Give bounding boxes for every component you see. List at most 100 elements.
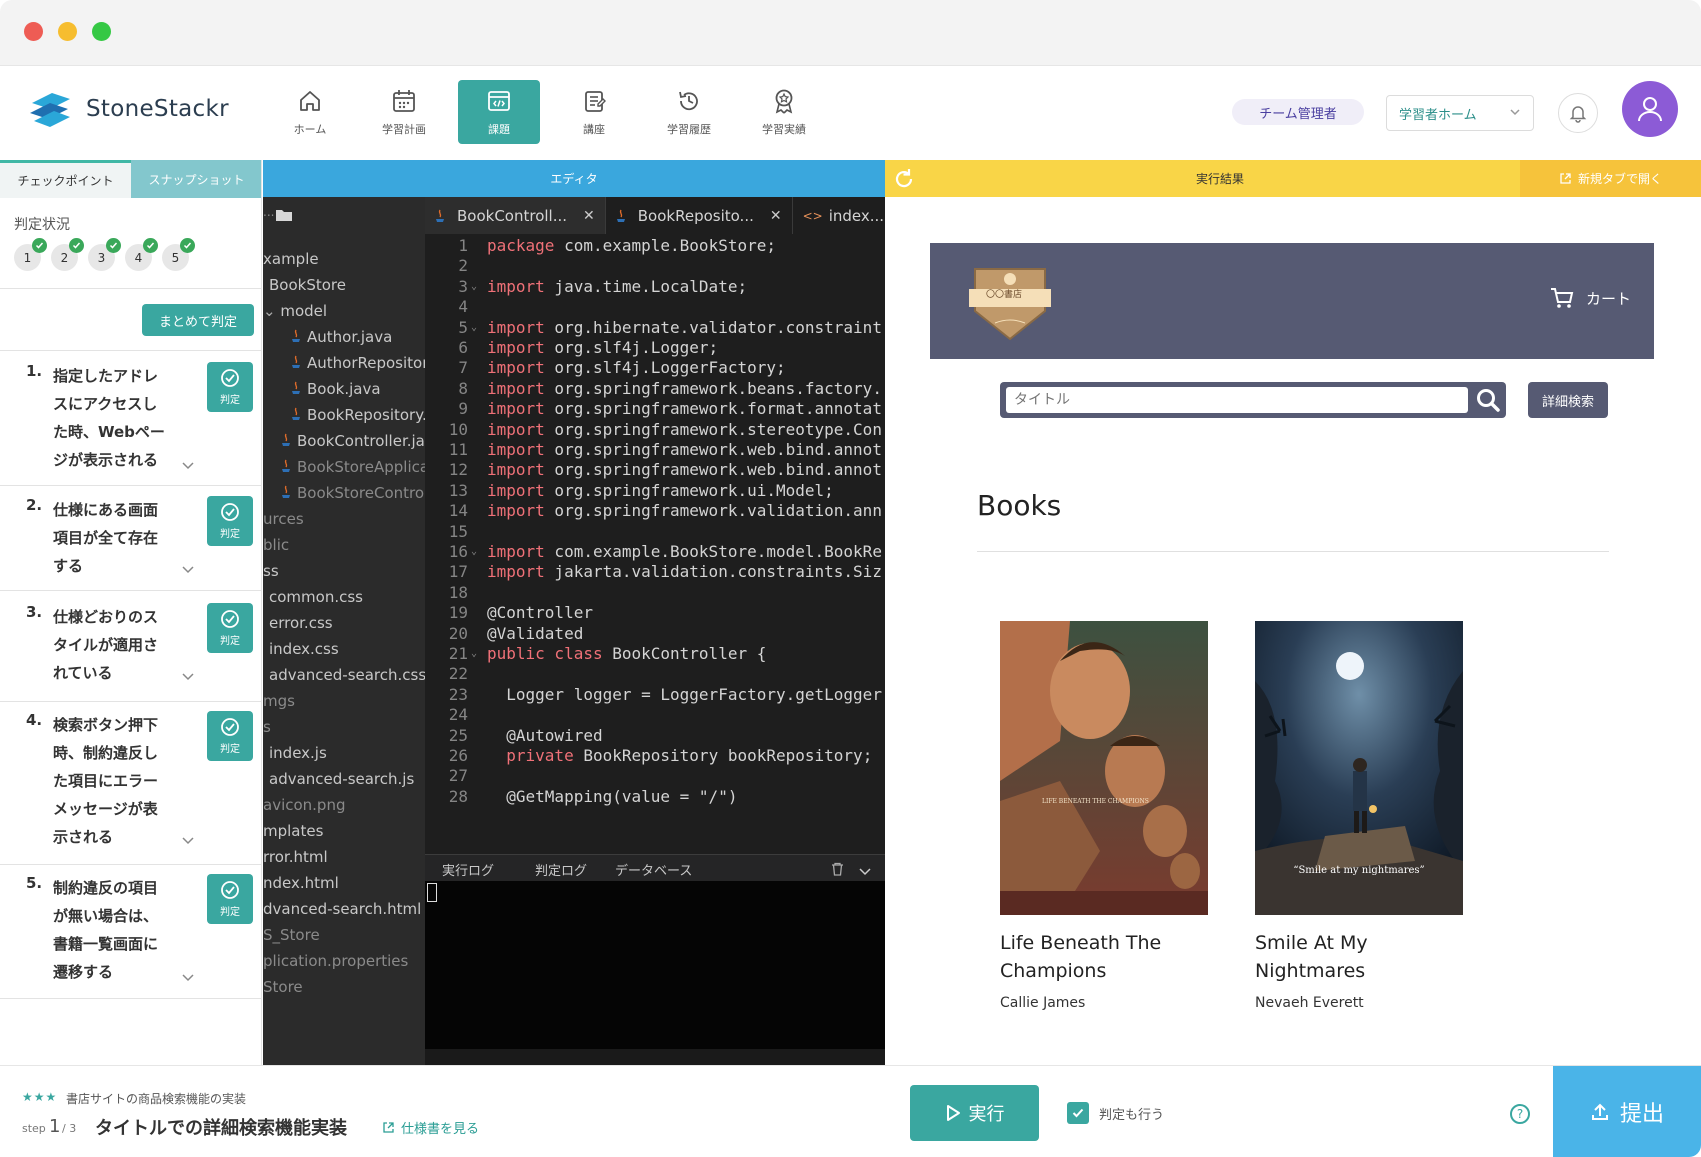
view-spec-link[interactable]: 仕様書を見る	[382, 1118, 479, 1137]
checkpoint-judge-button[interactable]: 判定	[207, 603, 253, 653]
file-tree-item[interactable]: Store	[263, 978, 303, 996]
code-editor[interactable]: 1 package com.example.BookStore; 2 3 ⌄ import…	[425, 234, 885, 854]
status-dot[interactable]: 4	[125, 238, 158, 271]
file-tree-item[interactable]: blic	[263, 536, 289, 554]
file-tree-item[interactable]: rror.html	[263, 848, 328, 866]
code-line[interactable]: 1 package com.example.BookStore;	[425, 235, 885, 257]
app-logo[interactable]: StoneStackr	[26, 89, 229, 129]
learner-home-select[interactable]: 学習者ホーム	[1386, 95, 1534, 131]
file-tree-item[interactable]: advanced-search.css	[269, 666, 425, 684]
file-tree-item[interactable]: BookStoreApplicati	[281, 458, 425, 476]
file-tree-item[interactable]: ss	[263, 562, 279, 580]
code-line[interactable]: 20 @Validated	[425, 623, 885, 645]
code-line[interactable]: 22	[425, 663, 885, 685]
close-tab-icon[interactable]: ✕	[770, 208, 782, 224]
code-line[interactable]: 6 import org.slf4j.Logger;	[425, 337, 885, 359]
checkpoint-judge-button[interactable]: 判定	[207, 362, 253, 412]
maximize-window-button[interactable]	[92, 22, 111, 41]
checkbox-checked-icon[interactable]	[1067, 1102, 1089, 1124]
file-tree-item[interactable]: BookController.java	[281, 432, 425, 450]
file-tree-item[interactable]: S_Store	[263, 926, 320, 944]
code-line[interactable]: 3 ⌄ import java.time.LocalDate;	[425, 276, 885, 298]
code-line[interactable]: 10 import org.springframework.stereotype.…	[425, 419, 885, 441]
code-line[interactable]: 4	[425, 296, 885, 318]
code-line[interactable]: 18	[425, 582, 885, 604]
tab-checkpoint[interactable]: チェックポイント	[0, 160, 131, 198]
file-tree-item[interactable]: index.css	[269, 640, 339, 658]
nav-achievements[interactable]: 学習実績	[743, 80, 825, 144]
help-icon[interactable]: ?	[1510, 1104, 1530, 1124]
book-title[interactable]: Life Beneath The Champions	[1000, 929, 1208, 985]
chevron-down-icon[interactable]	[181, 671, 195, 686]
code-line[interactable]: 2	[425, 255, 885, 277]
code-line[interactable]: 15	[425, 521, 885, 543]
minimize-window-button[interactable]	[58, 22, 77, 41]
code-line[interactable]: 28 @GetMapping(value = "/")	[425, 786, 885, 808]
submit-button[interactable]: 提出	[1553, 1066, 1701, 1157]
checkpoint-judge-button[interactable]: 判定	[207, 711, 253, 761]
notification-button[interactable]	[1558, 93, 1598, 133]
trash-icon[interactable]	[831, 861, 844, 880]
code-line[interactable]: 25 @Autowired	[425, 725, 885, 747]
file-tree-item[interactable]: urces	[263, 510, 304, 528]
code-line[interactable]: 7 import org.slf4j.LoggerFactory;	[425, 357, 885, 379]
file-tree-item[interactable]: BookStore	[269, 276, 346, 294]
file-tree-item[interactable]: Author.java	[291, 328, 392, 346]
log-console[interactable]	[425, 881, 885, 1049]
file-tree-item[interactable]: avicon.png	[263, 796, 346, 814]
tab-judge-log[interactable]: 判定ログ	[535, 860, 587, 879]
chevron-down-icon[interactable]	[181, 835, 195, 850]
file-tree-item[interactable]: mplates	[263, 822, 323, 840]
open-new-tab-button[interactable]: 新規タブで開く	[1520, 160, 1701, 197]
nav-course[interactable]: 講座	[553, 80, 635, 144]
book-title[interactable]: Smile At My Nightmares	[1255, 929, 1463, 985]
file-tree-item[interactable]: plication.properties	[263, 952, 408, 970]
code-line[interactable]: 27	[425, 765, 885, 787]
team-admin-badge[interactable]: チーム管理者	[1232, 99, 1364, 125]
status-dot[interactable]: 5	[162, 238, 195, 271]
file-tree-item[interactable]: index.js	[269, 744, 327, 762]
code-line[interactable]: 8 import org.springframework.beans.factor…	[425, 378, 885, 400]
chevron-down-icon[interactable]	[858, 862, 872, 881]
code-line[interactable]: 24	[425, 704, 885, 726]
file-tree-item[interactable]: Book.java	[291, 380, 381, 398]
editor-tab[interactable]: BookReposito... ✕	[606, 197, 793, 234]
book-card[interactable]: LIFE BENEATH THE CHAMPIONS Life Beneath …	[1000, 621, 1208, 1011]
file-tree-item[interactable]: xample	[263, 250, 319, 268]
file-tree-item[interactable]: advanced-search.js	[269, 770, 414, 788]
book-cover-image[interactable]: LIFE BENEATH THE CHAMPIONS	[1000, 621, 1208, 915]
file-tree-item[interactable]: dvanced-search.html	[263, 900, 421, 918]
close-window-button[interactable]	[24, 22, 43, 41]
search-icon[interactable]	[1474, 386, 1502, 414]
file-tree-item[interactable]: error.css	[269, 614, 333, 632]
chevron-down-icon[interactable]	[181, 564, 195, 579]
status-dot[interactable]: 1	[14, 238, 47, 271]
file-tree-item[interactable]: BookStoreControlle	[281, 484, 425, 502]
checkpoint-judge-button[interactable]: 判定	[207, 874, 253, 924]
file-tree-item[interactable]: ⌄ model	[263, 302, 327, 320]
file-tree-item[interactable]: AuthorRepository.	[291, 354, 425, 372]
file-tree-item[interactable]: common.css	[269, 588, 363, 606]
file-tree-item[interactable]: ndex.html	[263, 874, 339, 892]
code-line[interactable]: 13 import org.springframework.ui.Model;	[425, 480, 885, 502]
code-line[interactable]: 9 import org.springframework.format.annot…	[425, 398, 885, 420]
file-tree-item[interactable]: BookRepository.ja	[291, 406, 425, 424]
fold-chevron-icon[interactable]: ⌄	[471, 541, 477, 563]
status-dot[interactable]: 3	[88, 238, 121, 271]
file-tree-item[interactable]: s	[263, 718, 271, 736]
checkpoint-judge-button[interactable]: 判定	[207, 496, 253, 546]
editor-tab[interactable]: BookControll... ✕	[425, 197, 606, 234]
code-line[interactable]: 11 import org.springframework.web.bind.an…	[425, 439, 885, 461]
batch-judge-button[interactable]: まとめて判定	[142, 304, 254, 336]
book-cover-image[interactable]: “Smile at my nightmares”	[1255, 621, 1463, 915]
fold-chevron-icon[interactable]: ⌄	[471, 317, 477, 339]
cart-link[interactable]: カート	[1550, 287, 1631, 309]
fold-chevron-icon[interactable]: ⌄	[471, 643, 477, 665]
nav-learning-plan[interactable]: 学習計画	[363, 80, 445, 144]
advanced-search-button[interactable]: 詳細検索	[1528, 382, 1608, 418]
code-line[interactable]: 14 import org.springframework.validation.…	[425, 500, 885, 522]
code-line[interactable]: 12 import org.springframework.web.bind.an…	[425, 459, 885, 481]
nav-history[interactable]: 学習履歴	[648, 80, 730, 144]
user-avatar[interactable]	[1622, 81, 1678, 137]
close-tab-icon[interactable]: ✕	[583, 208, 595, 224]
